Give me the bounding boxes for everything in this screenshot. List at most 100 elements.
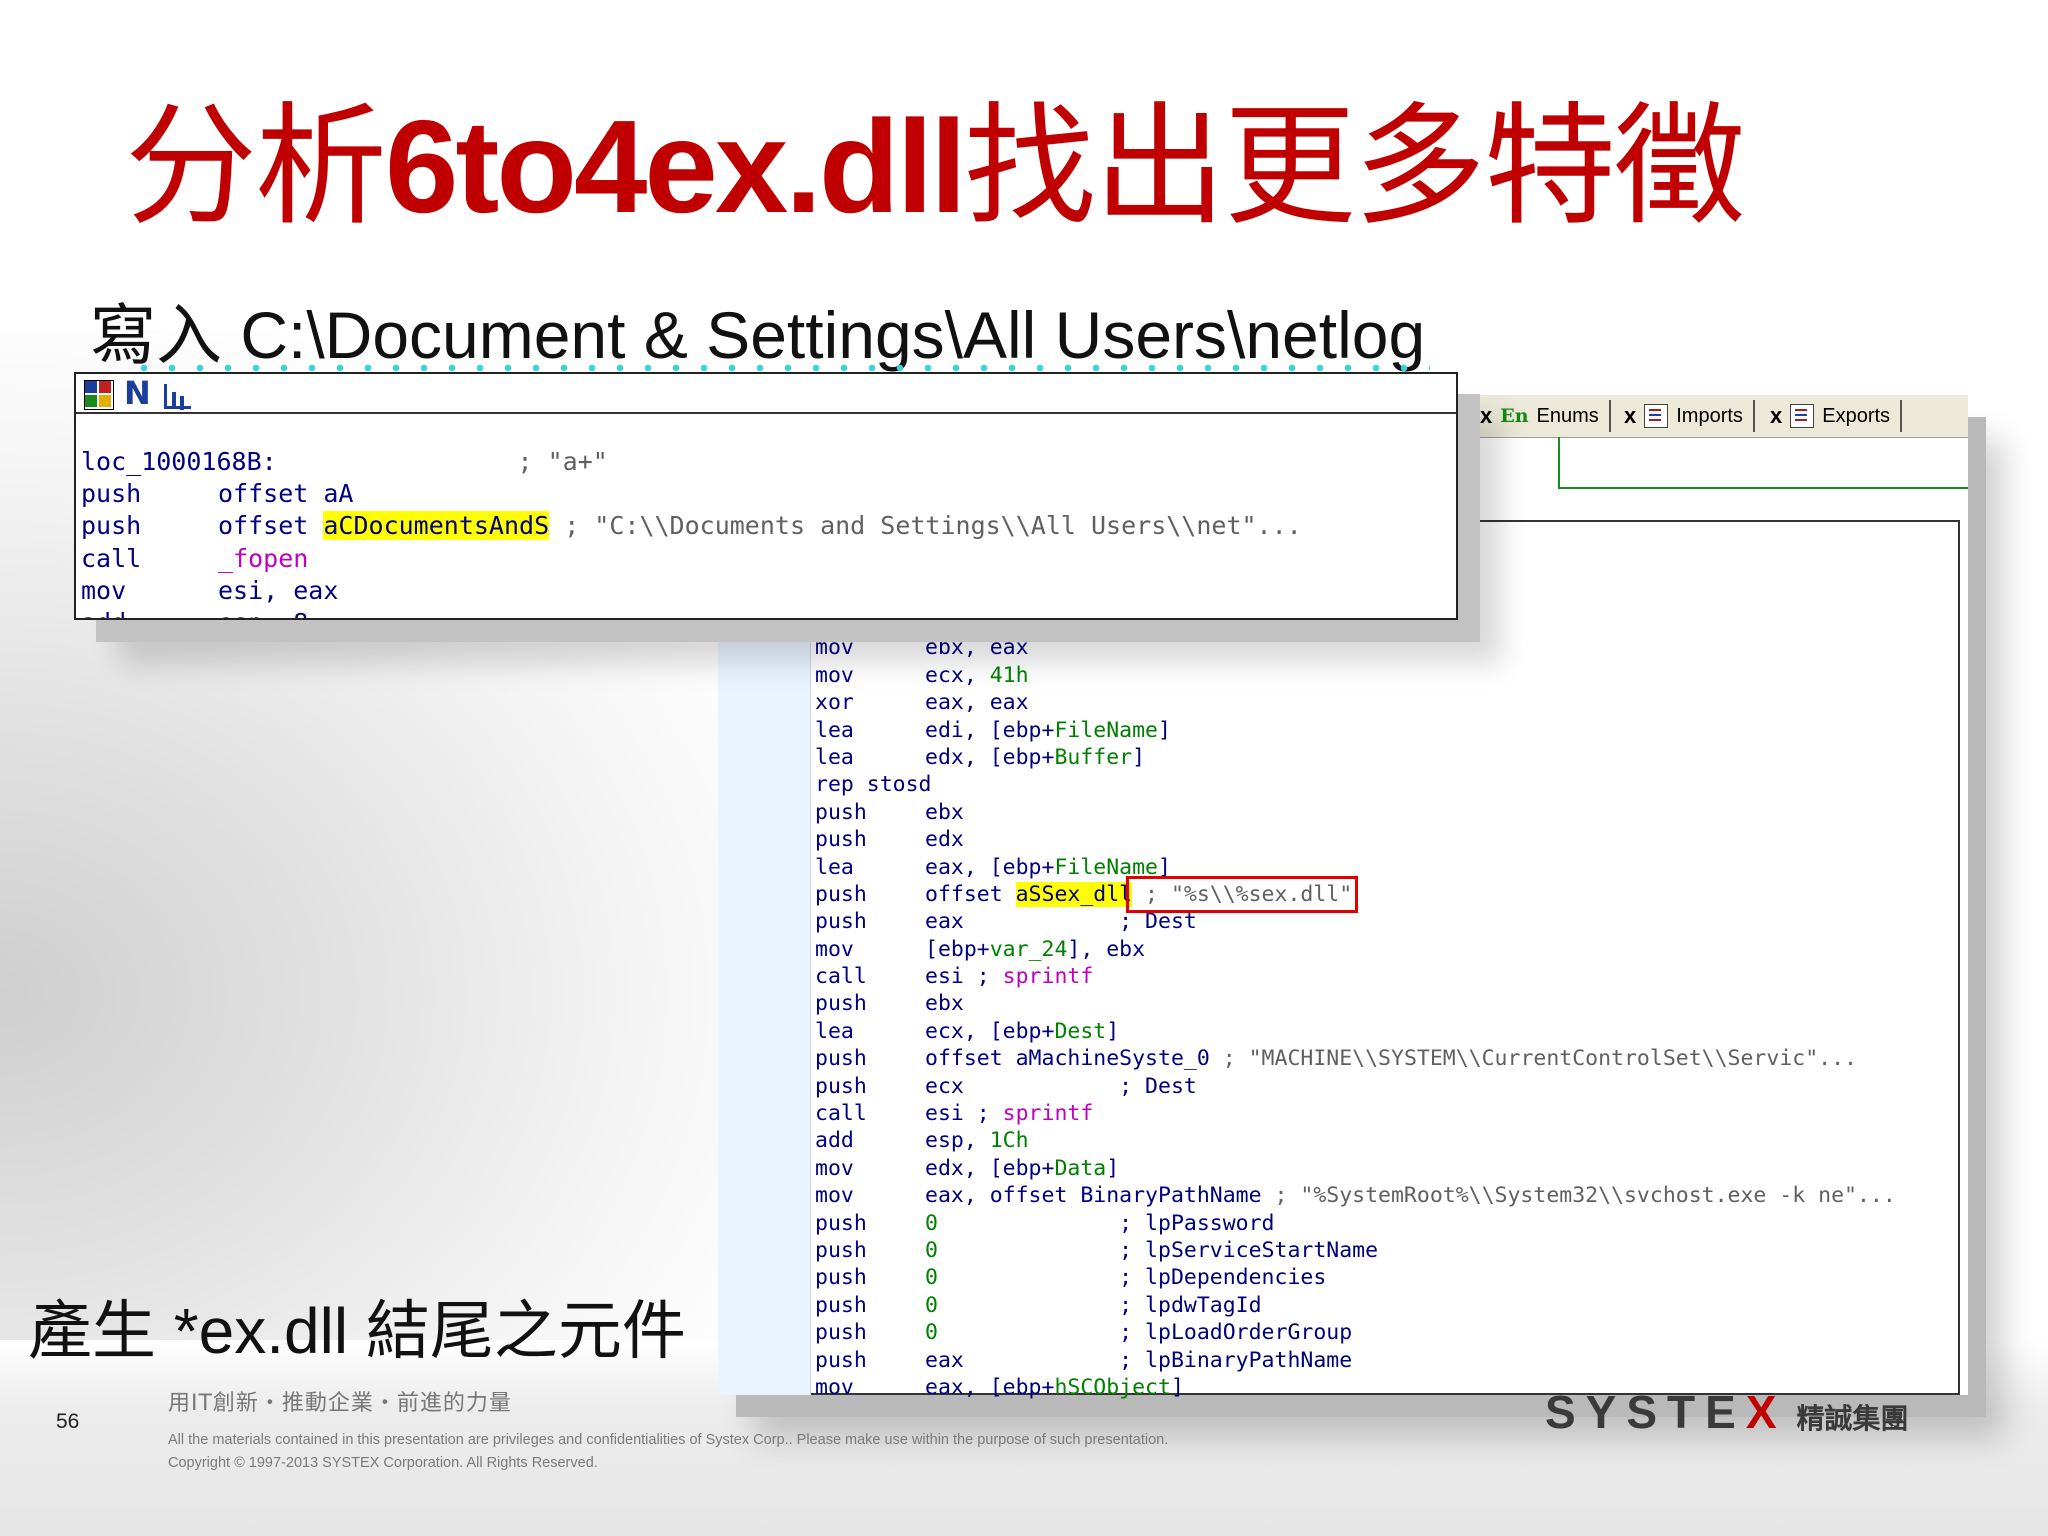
mnemonic: mov xyxy=(81,575,127,605)
mnemonic: xor xyxy=(815,690,854,716)
code-line[interactable]: push ebx xyxy=(815,799,1896,826)
operand: edx, [ebp+ xyxy=(925,1155,1055,1181)
popup-code-line[interactable]: mov esi, eax xyxy=(81,575,1302,607)
brand-wordmark: SYSTEX xyxy=(1545,1385,1787,1439)
mnemonic: push xyxy=(815,827,867,853)
operand: [ebp+ xyxy=(925,936,990,962)
code-line[interactable]: call esi ; sprintf xyxy=(815,963,1896,990)
code-line[interactable]: rep stosd xyxy=(815,771,1896,798)
operand: eax, [ebp+ xyxy=(925,1374,1055,1400)
tab-imports-label: Imports xyxy=(1676,404,1743,427)
graph-overview-icon[interactable] xyxy=(84,380,114,410)
code-line[interactable]: push 0 ; lpDependencies xyxy=(815,1264,1896,1291)
operand: ecx, [ebp+ xyxy=(925,1018,1055,1044)
code-line[interactable]: mov ecx, 41h xyxy=(815,662,1896,689)
immediate-value: 1Ch xyxy=(989,1128,1029,1154)
code-line[interactable]: push 0 ; lpLoadOrderGroup xyxy=(815,1319,1896,1346)
operand: offset aA xyxy=(218,479,354,509)
tab-imports[interactable]: x Imports xyxy=(1624,400,1755,432)
argument-comment: ; lpPassword xyxy=(937,1210,1275,1236)
mnemonic: call xyxy=(815,1101,867,1127)
mnemonic: push xyxy=(815,881,867,907)
popup-disassembly[interactable]: loc_1000168B: ; "a+" push offset aA push off… xyxy=(81,446,1302,618)
popup-code-line[interactable]: loc_1000168B: ; "a+" xyxy=(81,446,1302,478)
chart-icon[interactable] xyxy=(164,384,191,409)
mnemonic: mov xyxy=(815,635,854,661)
stack-variable: Data xyxy=(1054,1155,1107,1181)
code-line[interactable]: push ebx xyxy=(815,990,1896,1017)
code-line[interactable]: push 0 ; lpdwTagId xyxy=(815,1292,1896,1319)
mnemonic: push xyxy=(81,511,142,541)
mnemonic: lea xyxy=(815,1018,854,1044)
tab-enums[interactable]: x En Enums xyxy=(1480,400,1611,432)
argument-comment: ; lpServiceStartName xyxy=(937,1237,1379,1263)
copyright-notice: Copyright © 1997-2013 SYSTEX Corporation… xyxy=(168,1455,598,1471)
operand: esi ; xyxy=(925,964,1003,990)
operand-tail: ] xyxy=(1106,1155,1120,1181)
operand: edi, [ebp+ xyxy=(925,717,1055,743)
code-line[interactable]: push eax ; Dest xyxy=(815,908,1896,935)
close-icon[interactable]: x xyxy=(1624,403,1636,429)
argument-comment: ; lpDependencies xyxy=(937,1265,1327,1291)
mnemonic: lea xyxy=(815,854,854,880)
string-comment: ; "%SystemRoot%\\System32\\svchost.exe -… xyxy=(1261,1183,1896,1209)
mnemonic: add xyxy=(815,1128,854,1154)
exports-icon xyxy=(1790,404,1815,428)
code-line[interactable]: push ecx ; Dest xyxy=(815,1073,1896,1100)
names-icon[interactable]: N xyxy=(124,374,152,412)
code-line[interactable]: push offset aMachineSyste_0 ; "MACHINE\\S… xyxy=(815,1045,1896,1072)
popup-toolbar: N xyxy=(76,374,1456,414)
popup-code-line[interactable]: addesp, 8 xyxy=(81,607,1302,618)
code-line[interactable]: xor eax, eax xyxy=(815,689,1896,716)
code-line[interactable]: lea edi, [ebp+FileName] xyxy=(815,717,1896,744)
stack-variable: Dest xyxy=(1054,1018,1107,1044)
operand: offset xyxy=(925,881,1016,907)
stack-variable: FileName xyxy=(1054,717,1159,743)
code-line[interactable]: push offset aSSex_dll ; "%s\\%sex.dll" xyxy=(815,875,1896,913)
stack-variable: FileName xyxy=(1054,854,1159,880)
code-line[interactable]: mov edx, [ebp+Data] xyxy=(815,1155,1896,1182)
code-line[interactable]: push eax ; lpBinaryPathName xyxy=(815,1347,1896,1374)
code-line[interactable]: push 0 ; lpPassword xyxy=(815,1210,1896,1237)
popup-code-line[interactable]: push offset aA xyxy=(81,478,1302,510)
mnemonic: push xyxy=(81,479,142,509)
page-number: 56 xyxy=(56,1410,80,1433)
code-line[interactable]: mov eax, offset BinaryPathName ; "%System… xyxy=(815,1182,1896,1209)
operand: ebx xyxy=(925,799,964,825)
code-line[interactable]: lea eax, [ebp+FileName] xyxy=(815,854,1896,881)
popup-code-line[interactable]: push offset aCDocumentsAndS ; "C:\\Docume… xyxy=(81,510,1302,542)
code-line[interactable]: lea edx, [ebp+Buffer] xyxy=(815,744,1896,771)
code-line[interactable]: lea ecx, [ebp+Dest] xyxy=(815,1018,1896,1045)
operand: edx xyxy=(925,827,964,853)
operand-tail: ] xyxy=(1158,854,1171,880)
systex-logo: SYSTEX 精誠集團 xyxy=(1545,1385,1909,1439)
brand-wordmark-a: SYSTE xyxy=(1545,1386,1746,1438)
operand: offset xyxy=(218,511,324,541)
mnemonic: push xyxy=(815,1292,867,1318)
tab-exports[interactable]: x Exports xyxy=(1770,400,1903,432)
popup-code-line[interactable]: call _fopen xyxy=(81,543,1302,575)
code-line[interactable]: mov ebx, eax xyxy=(815,634,1896,661)
function-name: sprintf xyxy=(1002,1101,1094,1127)
code-line[interactable]: push edx xyxy=(815,826,1896,853)
code-line[interactable]: call esi ; sprintf xyxy=(815,1100,1896,1127)
mnemonic: push xyxy=(815,1046,867,1072)
disassembly-listing[interactable]: mov esi, ds:sprintf mov ebx, eax mov ecx, 41h… xyxy=(815,607,1896,1401)
code-line[interactable]: mov [ebp+var_24], ebx xyxy=(815,936,1896,963)
operand: ecx, xyxy=(925,662,990,688)
close-icon[interactable]: x xyxy=(1770,403,1782,429)
immediate-value: 0 xyxy=(925,1237,938,1263)
operand: ebx xyxy=(925,991,964,1017)
dotted-guide xyxy=(130,364,1430,372)
tab-exports-label: Exports xyxy=(1822,404,1891,427)
ida-popup-window[interactable]: N loc_1000168B: ; "a+" push offset aA push o… xyxy=(74,372,1458,620)
operand: esi ; xyxy=(925,1101,1003,1127)
stack-variable: hSCObject xyxy=(1054,1374,1171,1400)
mnemonic: push xyxy=(815,909,867,935)
function-name: _fopen xyxy=(218,543,309,573)
close-icon[interactable]: x xyxy=(1480,403,1492,429)
mnemonic: mov xyxy=(815,936,854,962)
code-line[interactable]: add esp, 1Ch xyxy=(815,1127,1896,1154)
stack-variable: Buffer xyxy=(1054,744,1133,770)
code-line[interactable]: push 0 ; lpServiceStartName xyxy=(815,1237,1896,1264)
